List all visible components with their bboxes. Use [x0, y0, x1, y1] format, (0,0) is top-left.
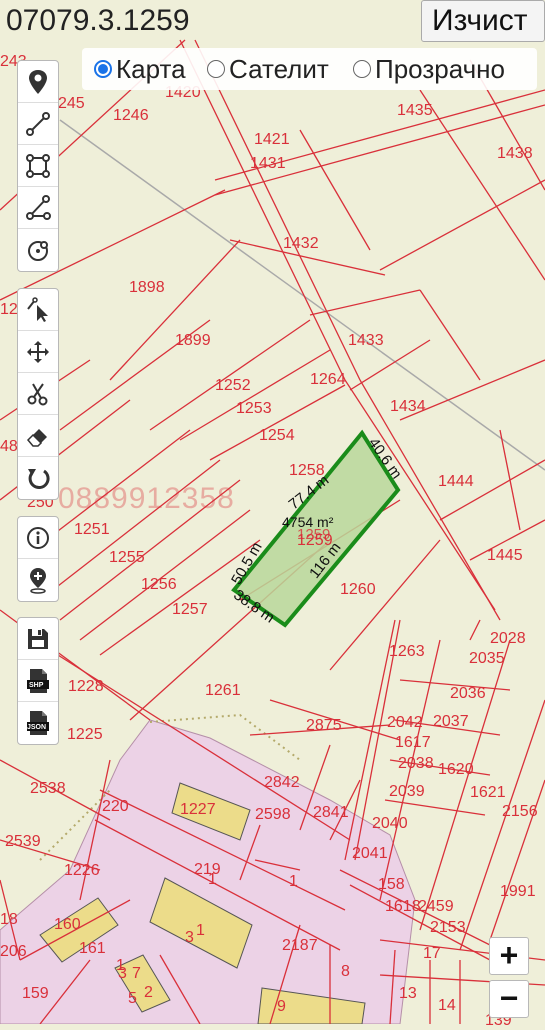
zoom-in-button[interactable]: + — [489, 937, 529, 975]
draw-toolbar — [17, 60, 59, 272]
save-icon[interactable] — [18, 618, 58, 660]
info-icon[interactable] — [18, 517, 58, 559]
line-icon[interactable] — [18, 103, 58, 145]
polygon-icon[interactable] — [18, 145, 58, 187]
layer-option-transparent[interactable]: Прозрачно — [353, 48, 505, 90]
radio-icon[interactable] — [353, 60, 371, 78]
locate-icon[interactable] — [18, 559, 58, 601]
search-input[interactable] — [0, 0, 420, 42]
json-label: JSON — [27, 724, 47, 731]
layer-switcher: Карта Сателит Прозрачно — [82, 48, 537, 90]
shp-label: SHP — [29, 682, 44, 689]
top-bar: Изчист — [0, 0, 545, 42]
scissors-icon[interactable] — [18, 373, 58, 415]
watermark: 0889912358 — [58, 482, 235, 515]
marker-icon[interactable] — [18, 61, 58, 103]
radio-icon[interactable] — [94, 60, 112, 78]
selection-parcel-id: 1259 — [297, 526, 331, 543]
json-export-icon[interactable]: JSON — [18, 702, 58, 744]
radio-icon[interactable] — [207, 60, 225, 78]
export-toolbar: SHP JSON — [17, 617, 59, 745]
layer-option-label: Карта — [116, 53, 186, 84]
eraser-icon[interactable] — [18, 415, 58, 457]
angle-icon[interactable] — [18, 187, 58, 229]
zoom-out-button[interactable]: − — [489, 980, 529, 1018]
layer-option-satellite[interactable]: Сателит — [207, 48, 329, 90]
layer-option-label: Прозрачно — [375, 53, 505, 84]
undo-icon[interactable] — [18, 457, 58, 499]
circle-icon[interactable] — [18, 229, 58, 271]
layer-option-map[interactable]: Карта — [94, 48, 186, 90]
layer-option-label: Сателит — [229, 53, 329, 84]
shp-export-icon[interactable]: SHP — [18, 660, 58, 702]
info-toolbar — [17, 516, 59, 602]
select-icon[interactable] — [18, 289, 58, 331]
edit-toolbar — [17, 288, 59, 500]
move-icon[interactable] — [18, 331, 58, 373]
clear-button[interactable]: Изчист — [421, 0, 545, 42]
